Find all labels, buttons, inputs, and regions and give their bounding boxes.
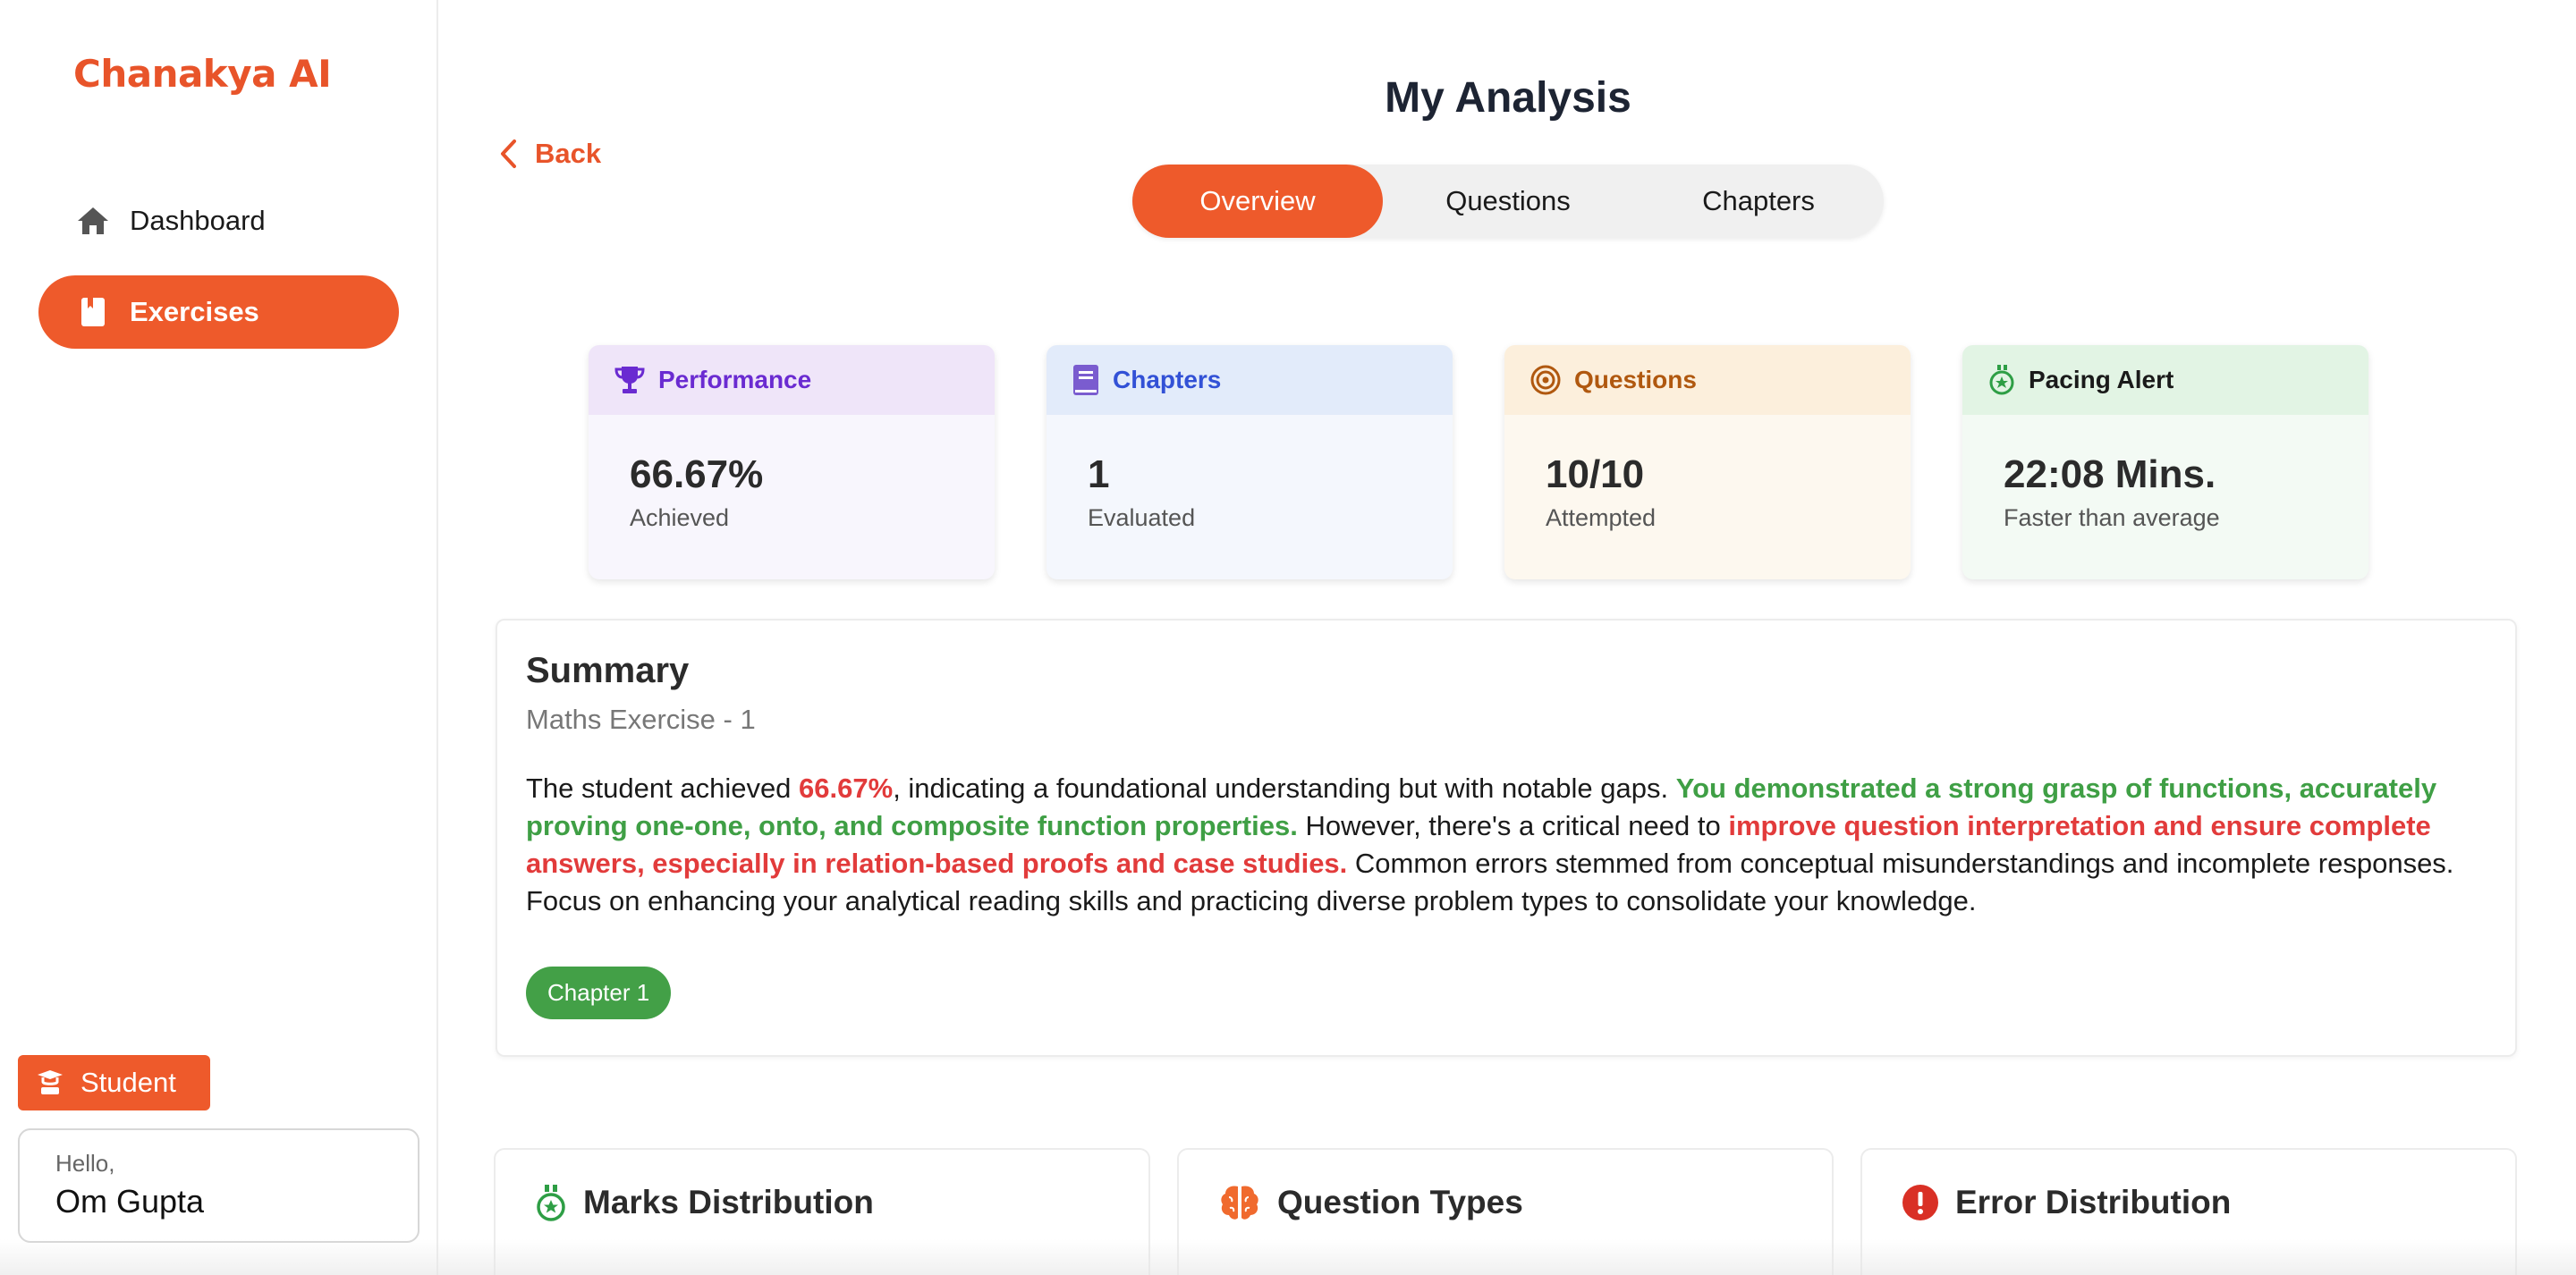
brand-logo[interactable]: Chanakya AI: [73, 52, 332, 96]
back-button[interactable]: Back: [499, 138, 601, 170]
summary-text-part: However, there's a critical need to: [1297, 810, 1729, 841]
stopwatch-icon: [1987, 364, 2016, 396]
medal-icon: [535, 1184, 567, 1223]
alert-icon: [1902, 1184, 1939, 1221]
sidebar-item-label: Exercises: [130, 296, 259, 327]
question-types-title: Question Types: [1277, 1184, 1523, 1220]
summary-text-part: , indicating a foundational understandin…: [893, 773, 1676, 804]
sidebar-item-exercises[interactable]: Exercises: [38, 275, 399, 349]
tab-questions[interactable]: Questions: [1383, 165, 1633, 238]
summary-subtitle: Maths Exercise - 1: [526, 704, 756, 735]
pacing-card-header: Pacing Alert: [1962, 345, 2368, 415]
questions-card: Questions 10/10 Attempted: [1504, 345, 1911, 579]
performance-card: Performance 66.67% Achieved: [589, 345, 995, 579]
home-icon: [74, 202, 112, 240]
chapter-chip[interactable]: Chapter 1: [526, 967, 672, 1019]
questions-title: Questions: [1574, 366, 1697, 393]
chapters-card-header: Chapters: [1046, 345, 1453, 415]
summary-title: Summary: [526, 651, 690, 690]
chapters-card: Chapters 1 Evaluated: [1046, 345, 1453, 579]
performance-card-header: Performance: [589, 345, 995, 415]
error-distribution-title: Error Distribution: [1955, 1184, 2232, 1220]
tab-chapters[interactable]: Chapters: [1633, 165, 1884, 238]
brain-icon: [1218, 1184, 1261, 1221]
performance-label: Achieved: [630, 504, 730, 531]
tab-overview[interactable]: Overview: [1132, 165, 1383, 238]
role-badge[interactable]: Student: [18, 1055, 210, 1110]
role-label: Student: [80, 1067, 176, 1098]
analysis-tabs: Overview Questions Chapters: [1132, 165, 1884, 238]
sidebar-item-dashboard[interactable]: Dashboard: [38, 184, 399, 258]
chapters-label: Evaluated: [1088, 504, 1196, 531]
pacing-title: Pacing Alert: [2029, 366, 2174, 393]
summary-text: The student achieved 66.67%, indicating …: [526, 770, 2487, 920]
book-icon: [74, 293, 112, 331]
marks-distribution-title: Marks Distribution: [583, 1184, 874, 1220]
performance-value: 66.67%: [630, 452, 764, 496]
pacing-value: 22:08 Mins.: [2004, 452, 2216, 496]
main-content: My Analysis Back Overview Questions Chap…: [440, 0, 2576, 1275]
questions-label: Attempted: [1546, 504, 1657, 531]
user-name: Om Gupta: [55, 1183, 205, 1220]
questions-value: 10/10: [1546, 452, 1645, 496]
pacing-card: Pacing Alert 22:08 Mins. Faster than ave…: [1962, 345, 2368, 579]
performance-title: Performance: [658, 366, 812, 393]
chevron-left-icon: [501, 139, 516, 168]
user-greeting: Hello,: [55, 1150, 115, 1177]
user-card[interactable]: Hello, Om Gupta: [18, 1128, 419, 1243]
chapters-title: Chapters: [1113, 366, 1222, 393]
chapters-value: 1: [1088, 452, 1110, 496]
summary-text-part: The student achieved: [526, 773, 800, 804]
teacher-icon: [36, 1069, 64, 1096]
bottom-fade: [0, 1239, 2576, 1275]
questions-card-header: Questions: [1504, 345, 1911, 415]
page-title: My Analysis: [1385, 74, 1631, 122]
trophy-icon: [614, 365, 646, 395]
back-label: Back: [535, 138, 602, 169]
summary-score: 66.67%: [799, 773, 894, 804]
summary-card: Summary Maths Exercise - 1 The student a…: [496, 619, 2517, 1057]
pacing-label: Faster than average: [2004, 504, 2220, 531]
sidebar: Chanakya AI Dashboard Exercises Student …: [0, 0, 438, 1275]
book-icon: [1072, 364, 1100, 396]
target-icon: [1530, 364, 1562, 396]
sidebar-item-label: Dashboard: [130, 205, 266, 236]
